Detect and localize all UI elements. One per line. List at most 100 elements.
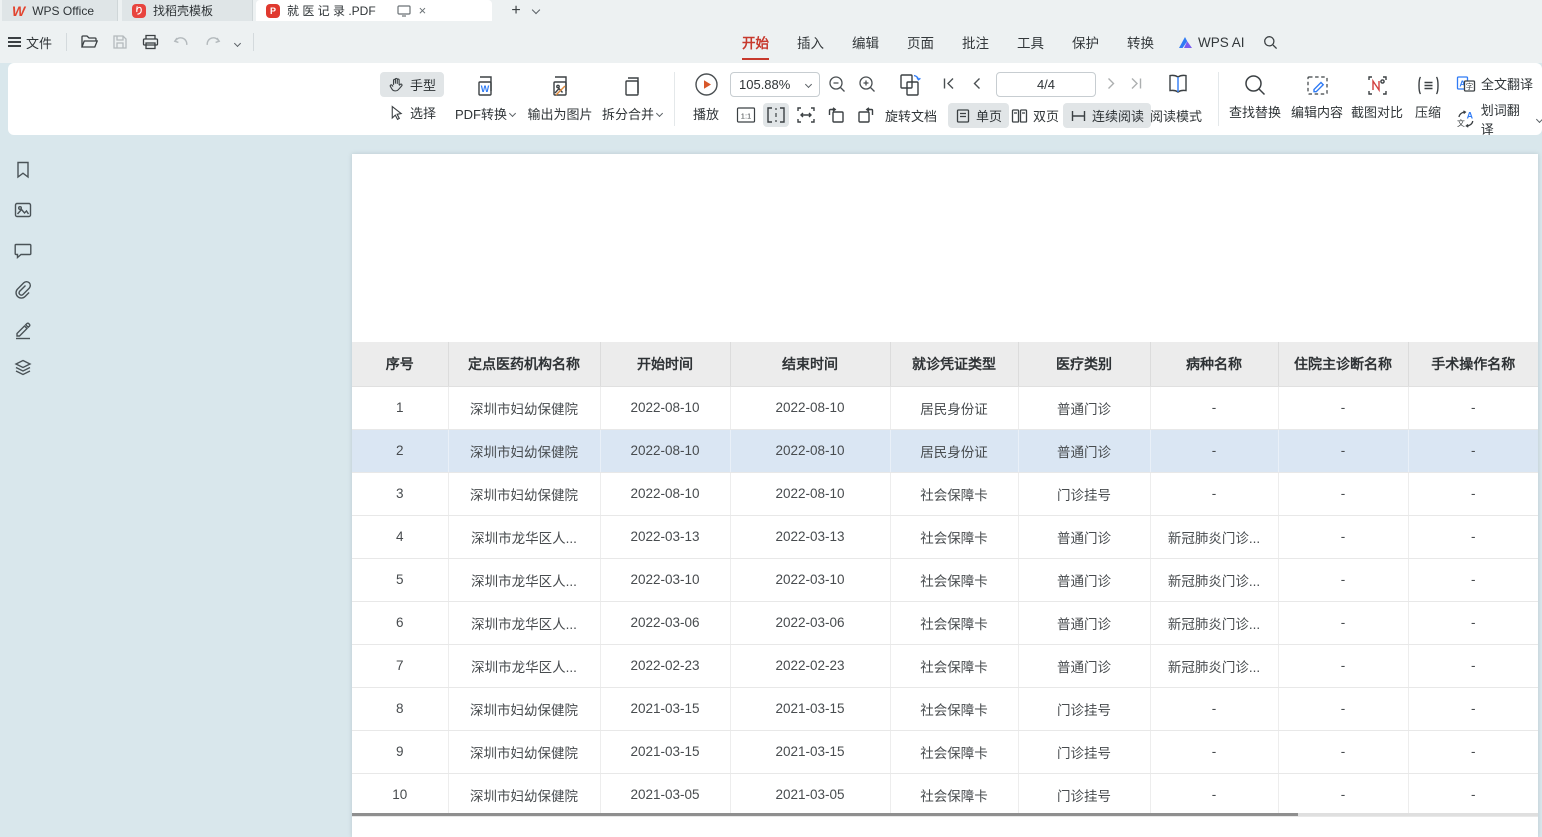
full-translate-button[interactable]: A字 全文翻译 <box>1456 74 1542 93</box>
continuous-read-toggle[interactable]: 连续阅读 <box>1063 103 1151 128</box>
compress-button[interactable]: 压缩 <box>1406 73 1450 121</box>
export-image-button[interactable]: 输出为图片 <box>526 73 594 123</box>
last-page-icon <box>1129 76 1144 91</box>
select-tool-button[interactable]: 选择 <box>380 100 444 125</box>
open-file-icon[interactable] <box>80 34 98 50</box>
horizontal-scrollbar-thumb[interactable] <box>352 813 1298 816</box>
table-row[interactable]: 4深圳市龙华区人...2022-03-132022-03-13社会保障卡普通门诊… <box>352 515 1538 558</box>
pdf-page[interactable]: 序号定点医药机构名称开始时间结束时间就诊凭证类型医疗类别病种名称住院主诊断名称手… <box>352 154 1538 837</box>
next-page-button[interactable] <box>1106 76 1118 91</box>
menu-tools[interactable]: 工具 <box>1003 28 1058 56</box>
table-cell: 2022-08-10 <box>600 386 730 429</box>
table-cell: - <box>1150 472 1278 515</box>
full-translate-icon: A字 <box>1456 75 1476 93</box>
tab-document-pdf[interactable]: P 就 医 记 录 .PDF × <box>256 0 492 21</box>
pdf-convert-button[interactable]: W PDF转换 <box>452 73 518 123</box>
table-row[interactable]: 9深圳市妇幼保健院2021-03-152021-03-15社会保障卡门诊挂号--… <box>352 730 1538 773</box>
table-header-cell: 病种名称 <box>1150 342 1278 386</box>
menu-comment[interactable]: 批注 <box>948 28 1003 56</box>
find-replace-icon <box>1243 73 1268 98</box>
table-cell: - <box>1278 558 1408 601</box>
menu-wps-ai[interactable]: WPS AI <box>1168 31 1255 54</box>
table-cell: 2022-03-13 <box>730 515 890 558</box>
share-screen-icon[interactable] <box>397 5 411 17</box>
find-replace-button[interactable]: 查找替换 <box>1226 73 1284 121</box>
table-cell: 2021-03-15 <box>600 730 730 773</box>
table-row[interactable]: 10深圳市妇幼保健院2021-03-052021-03-05社会保障卡门诊挂号-… <box>352 773 1538 816</box>
tab-docer-templates[interactable]: り 找稻壳模板 <box>122 0 253 21</box>
tab-list-chevron-icon[interactable] <box>532 6 540 14</box>
rotate-left-button[interactable] <box>823 103 849 127</box>
table-row[interactable]: 3深圳市妇幼保健院2022-08-102022-08-10社会保障卡门诊挂号--… <box>352 472 1538 515</box>
hand-icon <box>388 76 405 93</box>
new-tab-button[interactable]: + <box>505 0 527 21</box>
docer-icon: り <box>132 4 146 18</box>
wps-ai-label: WPS AI <box>1198 35 1245 50</box>
quickbar-chevron-icon[interactable] <box>235 41 240 46</box>
split-merge-label: 拆分合并 <box>602 104 654 123</box>
page-number-input[interactable]: 4/4 <box>996 72 1096 97</box>
zoom-out-button[interactable] <box>828 75 847 94</box>
chevron-down-icon <box>1536 115 1542 122</box>
read-mode-button-icon[interactable] <box>1164 71 1192 97</box>
file-menu-button[interactable]: 文件 <box>0 33 60 52</box>
medical-records-table: 序号定点医药机构名称开始时间结束时间就诊凭证类型医疗类别病种名称住院主诊断名称手… <box>352 342 1538 817</box>
print-icon[interactable] <box>142 34 159 50</box>
fit-page-button[interactable] <box>793 103 819 127</box>
rotate-pages-button[interactable] <box>896 71 924 99</box>
layers-panel-icon[interactable] <box>13 358 33 378</box>
thumbnail-panel-icon[interactable] <box>13 200 33 220</box>
rotate-right-button[interactable] <box>853 103 879 127</box>
table-row[interactable]: 8深圳市妇幼保健院2021-03-152021-03-15社会保障卡门诊挂号--… <box>352 687 1538 730</box>
menu-search-button[interactable] <box>1255 31 1286 54</box>
menu-convert[interactable]: 转换 <box>1113 28 1168 56</box>
quick-access-bar: 文件 <box>0 22 260 62</box>
menu-insert[interactable]: 插入 <box>783 28 838 56</box>
actual-size-button[interactable]: 1:1 <box>733 103 759 127</box>
split-merge-button[interactable]: 拆分合并 <box>600 73 664 123</box>
table-cell: - <box>1408 687 1538 730</box>
redo-icon[interactable] <box>204 35 221 50</box>
last-page-button[interactable] <box>1129 76 1144 91</box>
table-row[interactable]: 2深圳市妇幼保健院2022-08-102022-08-10居民身份证普通门诊--… <box>352 429 1538 472</box>
play-button[interactable]: 播放 <box>686 72 726 123</box>
table-header-cell: 开始时间 <box>600 342 730 386</box>
hamburger-icon <box>8 34 21 49</box>
zoom-level-combobox[interactable]: 105.88% <box>730 72 820 97</box>
table-row[interactable]: 5深圳市龙华区人...2022-03-102022-03-10社会保障卡普通门诊… <box>352 558 1538 601</box>
rotate-doc-label[interactable]: 旋转文档 <box>885 106 937 125</box>
read-mode-label[interactable]: 阅读模式 <box>1150 106 1202 125</box>
tab-wps-office[interactable]: W WPS Office <box>2 0 118 21</box>
word-translate-button[interactable]: A文 划词翻译 <box>1456 100 1542 138</box>
close-tab-icon[interactable]: × <box>419 3 427 18</box>
menu-edit[interactable]: 编辑 <box>838 28 893 56</box>
comment-panel-icon[interactable] <box>13 240 33 260</box>
hand-tool-button[interactable]: 手型 <box>380 72 444 97</box>
menu-protect[interactable]: 保护 <box>1058 28 1113 56</box>
first-page-button[interactable] <box>941 76 956 91</box>
table-row[interactable]: 6深圳市龙华区人...2022-03-062022-03-06社会保障卡普通门诊… <box>352 601 1538 644</box>
save-icon[interactable] <box>112 34 128 50</box>
menu-page[interactable]: 页面 <box>893 28 948 56</box>
edit-content-button[interactable]: 编辑内容 <box>1288 73 1346 121</box>
table-cell: 2022-03-13 <box>600 515 730 558</box>
attachment-panel-icon[interactable] <box>13 280 33 300</box>
document-area: 序号定点医药机构名称开始时间结束时间就诊凭证类型医疗类别病种名称住院主诊断名称手… <box>0 135 1542 837</box>
zoom-out-icon <box>828 75 847 94</box>
table-cell: 居民身份证 <box>890 386 1018 429</box>
screenshot-compare-button[interactable]: 截图对比 <box>1348 73 1406 121</box>
menu-home[interactable]: 开始 <box>728 28 783 56</box>
screenshot-compare-label: 截图对比 <box>1351 102 1403 121</box>
signature-panel-icon[interactable] <box>13 320 33 340</box>
table-row[interactable]: 1深圳市妇幼保健院2022-08-102022-08-10居民身份证普通门诊--… <box>352 386 1538 429</box>
table-cell: 普通门诊 <box>1018 558 1150 601</box>
prev-page-button[interactable] <box>970 76 982 91</box>
zoom-in-icon <box>858 75 877 94</box>
undo-icon[interactable] <box>173 35 190 50</box>
fit-width-button[interactable] <box>763 103 789 127</box>
zoom-in-button[interactable] <box>858 75 877 94</box>
bookmark-panel-icon[interactable] <box>13 160 33 180</box>
table-cell: - <box>1408 515 1538 558</box>
table-row[interactable]: 7深圳市龙华区人...2022-02-232022-02-23社会保障卡普通门诊… <box>352 644 1538 687</box>
single-page-toggle[interactable]: 单页 <box>948 103 1009 128</box>
